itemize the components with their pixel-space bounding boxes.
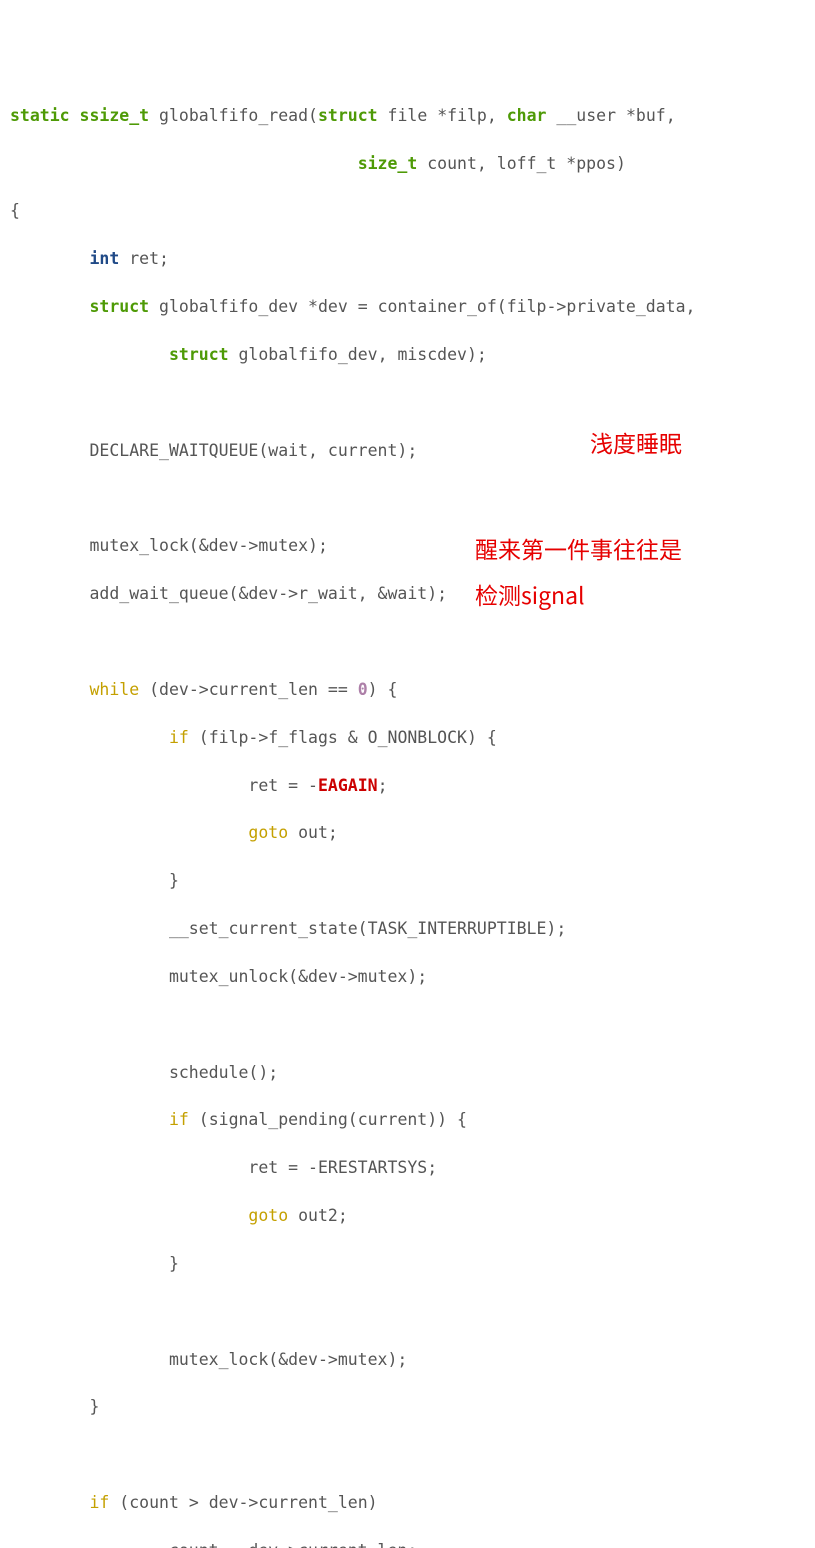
- code-text: globalfifo_dev *dev = container_of(filp-…: [149, 297, 695, 316]
- code-line: size_t count, loff_t *ppos): [10, 152, 805, 176]
- code-text: globalfifo_dev, miscdev);: [229, 345, 487, 364]
- code-line: DECLARE_WAITQUEUE(wait, current);: [10, 439, 805, 463]
- annotation-shallow-sleep: 浅度睡眠: [590, 426, 682, 459]
- code-text: ;: [378, 776, 388, 795]
- code-text: }: [10, 1397, 99, 1416]
- code-line: while (dev->current_len == 0) {: [10, 678, 805, 702]
- code-text: count, loff_t *ppos): [417, 154, 626, 173]
- code-text: (filp->f_flags & O_NONBLOCK) {: [189, 728, 497, 747]
- code-text: [10, 680, 89, 699]
- keyword-goto: goto: [248, 823, 288, 842]
- keyword-if: if: [169, 1110, 189, 1129]
- type-ssize_t: ssize_t: [80, 106, 150, 125]
- code-line: mutex_lock(&dev->mutex);: [10, 1348, 805, 1372]
- code-text: [10, 1206, 248, 1225]
- code-line: mutex_lock(&dev->mutex);: [10, 534, 805, 558]
- code-text: [10, 1110, 169, 1129]
- code-text: schedule();: [10, 1063, 278, 1082]
- code-line: schedule();: [10, 1061, 805, 1085]
- keyword-struct: struct: [169, 345, 229, 364]
- keyword-struct: struct: [89, 297, 149, 316]
- keyword-struct: struct: [318, 106, 378, 125]
- keyword-if: if: [89, 1493, 109, 1512]
- code-text: mutex_lock(&dev->mutex);: [10, 1350, 407, 1369]
- code-text: mutex_lock(&dev->mutex);: [10, 536, 328, 555]
- code-line: ​: [10, 486, 805, 510]
- number-literal: 0: [358, 680, 368, 699]
- code-line: if (signal_pending(current)) {: [10, 1108, 805, 1132]
- code-text: out;: [288, 823, 338, 842]
- keyword-if: if: [169, 728, 189, 747]
- code-text: [10, 345, 169, 364]
- code-line: mutex_unlock(&dev->mutex);: [10, 965, 805, 989]
- code-line: ​: [10, 630, 805, 654]
- code-line: if (count > dev->current_len): [10, 1491, 805, 1515]
- code-line: count = dev->current_len;: [10, 1539, 805, 1548]
- code-text: (dev->current_len ==: [139, 680, 358, 699]
- code-text: [10, 249, 89, 268]
- constant-eagain: EAGAIN: [318, 776, 378, 795]
- code-line: struct globalfifo_dev *dev = container_o…: [10, 295, 805, 319]
- code-text: file *filp,: [378, 106, 507, 125]
- keyword-goto: goto: [248, 1206, 288, 1225]
- code-line: }: [10, 1252, 805, 1276]
- code-text: DECLARE_WAITQUEUE(wait, current);: [10, 441, 417, 460]
- code-line: }: [10, 869, 805, 893]
- code-text: __set_current_state(TASK_INTERRUPTIBLE);: [10, 919, 566, 938]
- code-line: goto out2;: [10, 1204, 805, 1228]
- code-text: {: [10, 201, 20, 220]
- code-text: ret = -: [10, 776, 318, 795]
- code-text: [10, 823, 248, 842]
- code-text: ret = -ERESTARTSYS;: [10, 1158, 437, 1177]
- keyword-while: while: [89, 680, 139, 699]
- code-text: __user *buf,: [546, 106, 675, 125]
- code-text: mutex_unlock(&dev->mutex);: [10, 967, 427, 986]
- code-line: struct globalfifo_dev, miscdev);: [10, 343, 805, 367]
- type-size_t: size_t: [358, 154, 418, 173]
- code-line: ret = -ERESTARTSYS;: [10, 1156, 805, 1180]
- code-text: (count > dev->current_len): [109, 1493, 377, 1512]
- code-text: [10, 297, 89, 316]
- keyword-int: int: [89, 249, 119, 268]
- keyword-static: static: [10, 106, 70, 125]
- code-text: }: [10, 1254, 179, 1273]
- code-line: static ssize_t globalfifo_read(struct fi…: [10, 104, 805, 128]
- code-text: ) {: [368, 680, 398, 699]
- code-line: }: [10, 1395, 805, 1419]
- code-line: goto out;: [10, 821, 805, 845]
- code-line: int ret;: [10, 247, 805, 271]
- code-line: ​: [10, 391, 805, 415]
- code-line: ​: [10, 1443, 805, 1467]
- code-text: ret;: [119, 249, 169, 268]
- code-text: }: [10, 871, 179, 890]
- code-text: add_wait_queue(&dev->r_wait, &wait);: [10, 584, 447, 603]
- code-line: add_wait_queue(&dev->r_wait, &wait);: [10, 582, 805, 606]
- code-text: [70, 106, 80, 125]
- annotation-wake-check-1: 醒来第一件事往往是: [475, 532, 682, 565]
- code-line: ret = -EAGAIN;: [10, 774, 805, 798]
- keyword-char: char: [507, 106, 547, 125]
- code-line: ​: [10, 1300, 805, 1324]
- code-line: {: [10, 199, 805, 223]
- code-text: [10, 1493, 89, 1512]
- code-text: count = dev->current_len;: [10, 1541, 417, 1548]
- code-line: if (filp->f_flags & O_NONBLOCK) {: [10, 726, 805, 750]
- annotation-wake-check-2: 检测signal: [475, 578, 585, 611]
- code-line: __set_current_state(TASK_INTERRUPTIBLE);: [10, 917, 805, 941]
- code-text: out2;: [288, 1206, 348, 1225]
- code-text: [10, 728, 169, 747]
- code-text: (signal_pending(current)) {: [189, 1110, 467, 1129]
- code-text: [10, 154, 358, 173]
- code-text: globalfifo_read(: [149, 106, 318, 125]
- code-line: ​: [10, 1013, 805, 1037]
